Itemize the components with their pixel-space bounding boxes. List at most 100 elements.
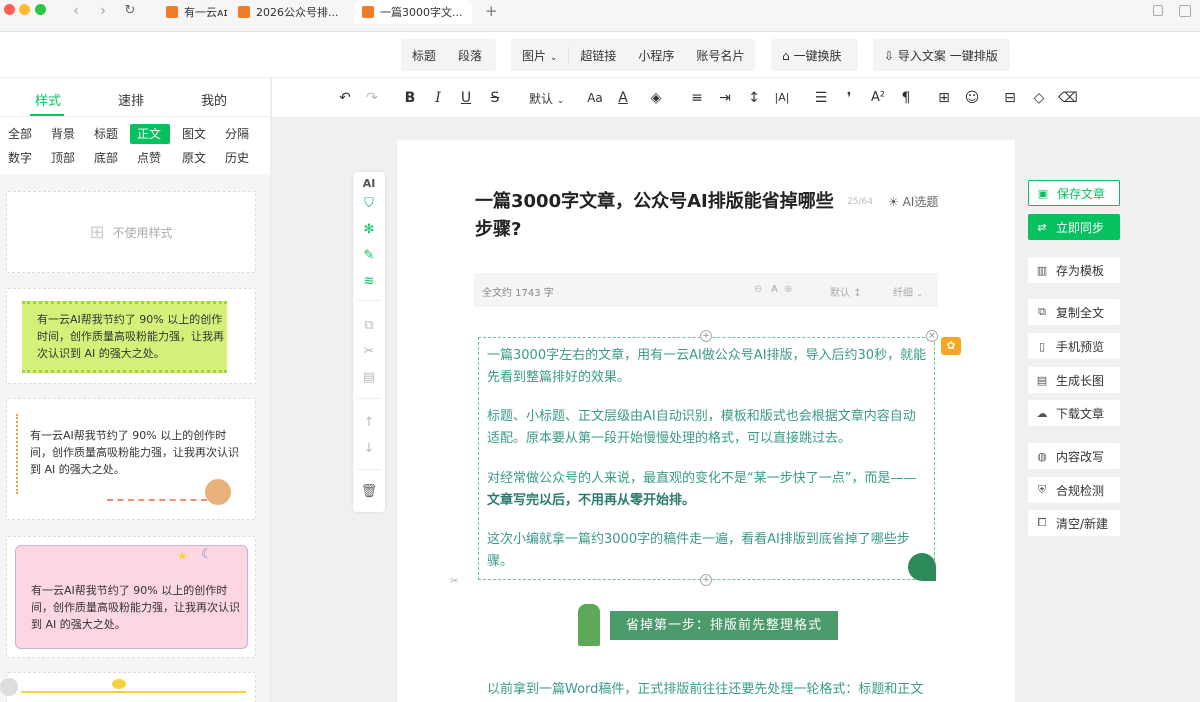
- close-window-icon[interactable]: [4, 4, 15, 15]
- chip-heading[interactable]: 标题: [87, 124, 125, 144]
- move-down-icon[interactable]: ↓: [353, 441, 385, 456]
- paragraph-5[interactable]: 以前拿到一篇Word稿件，正式排版前往往还要先处理一轮格式：标题和正文: [487, 679, 927, 701]
- align-icon[interactable]: ≡: [687, 88, 707, 108]
- undo-icon[interactable]: ↶: [335, 88, 355, 108]
- add-above-icon[interactable]: +: [700, 330, 712, 342]
- letter-spacing-icon[interactable]: |A|: [772, 88, 792, 108]
- image-button[interactable]: 图片 ⌄: [511, 47, 568, 64]
- italic-icon[interactable]: I: [428, 88, 448, 108]
- chip-number[interactable]: 数字: [1, 148, 39, 168]
- increase-font-icon[interactable]: ⊕: [784, 284, 792, 295]
- paragraph-mark-icon[interactable]: ¶: [896, 88, 916, 108]
- mini-program-button[interactable]: 小程序: [627, 47, 685, 64]
- list-icon[interactable]: ☰: [811, 88, 831, 108]
- back-icon[interactable]: ‹: [67, 3, 85, 19]
- font-size-select[interactable]: 默认 ⌄: [529, 90, 564, 107]
- wave-icon[interactable]: ≋: [353, 274, 385, 289]
- weight-select[interactable]: 纤细 ⌄: [893, 284, 923, 299]
- spacing-select[interactable]: 默认 ↕: [830, 284, 862, 299]
- ai-topic-button[interactable]: ☀ AI选题: [888, 193, 938, 210]
- account-card-button[interactable]: 账号名片: [685, 47, 755, 64]
- import-button[interactable]: ⇩ 导入文案 一键排版: [873, 39, 1010, 71]
- browser-tab-1[interactable]: 有一云ᴀɪ: [158, 0, 236, 24]
- paragraph-2[interactable]: 标题、小标题、正文层级由AI自动识别，模板和版式也会根据文章内容自动适配。原本要…: [487, 406, 927, 450]
- underline-icon[interactable]: U: [456, 88, 476, 108]
- download-button[interactable]: ☁ 下载文章: [1028, 400, 1120, 426]
- style-card-pink[interactable]: ★ ☾ 有一云AI帮我节约了 90% 以上的创作时间，创作质量高吸粉能力强，让我…: [6, 536, 256, 658]
- clear-new-button[interactable]: ⧠ 清空/新建: [1028, 510, 1120, 536]
- tab-styles[interactable]: 样式: [35, 90, 61, 109]
- highlight-icon[interactable]: ◈: [646, 88, 666, 108]
- chip-divider[interactable]: 分隔: [218, 124, 256, 144]
- style-card-green[interactable]: 有一云AI帮我节约了 90% 以上的创作时间，创作质量高吸粉能力强，让我再次认识…: [6, 288, 256, 384]
- delete-icon[interactable]: 🗑: [353, 484, 385, 499]
- decrease-font-icon[interactable]: ⊖: [754, 284, 762, 295]
- move-up-icon[interactable]: ↑: [353, 415, 385, 430]
- chip-bottom[interactable]: 底部: [87, 148, 125, 168]
- chip-like[interactable]: 点赞: [130, 148, 170, 168]
- sync-button[interactable]: ⇄ 立即同步: [1028, 214, 1120, 240]
- paste-icon[interactable]: ▤: [353, 370, 385, 385]
- brush-icon[interactable]: ✎: [353, 248, 385, 263]
- style-card-bear[interactable]: 有一云AI帮我节约了 90% 以上的创作时间，创作质量高吸粉能力强，让我再次认识…: [6, 398, 256, 520]
- copy-all-button[interactable]: ⧉ 复制全文: [1028, 299, 1120, 325]
- ai-button[interactable]: AI: [353, 177, 385, 190]
- superscript-icon[interactable]: A²: [868, 88, 888, 108]
- browser-tab-3[interactable]: 一篇3000字文...: [354, 0, 472, 24]
- sparkle-icon[interactable]: ✻: [353, 222, 385, 237]
- section-heading[interactable]: 省掉第一步：排版前先整理格式: [610, 611, 838, 640]
- compliance-button[interactable]: ⛨ 合规检测: [1028, 477, 1120, 503]
- strikethrough-icon[interactable]: S: [485, 88, 505, 108]
- reload-icon[interactable]: ↻: [121, 3, 139, 18]
- no-style-card[interactable]: ⊞ 不使用样式: [6, 191, 256, 273]
- paragraph-button[interactable]: 段落: [447, 47, 493, 64]
- chip-top[interactable]: 顶部: [44, 148, 82, 168]
- font-style-icon[interactable]: Aa: [585, 88, 605, 108]
- save-article-button[interactable]: ▣ 保存文章: [1028, 180, 1120, 206]
- sidebar-toggle-icon[interactable]: [1179, 5, 1191, 17]
- rewrite-button[interactable]: ◍ 内容改写: [1028, 443, 1120, 469]
- format-brush-icon[interactable]: ◇: [1029, 88, 1049, 108]
- save-template-button[interactable]: ▥ 存为模板: [1028, 257, 1120, 283]
- close-block-icon[interactable]: ×: [926, 330, 938, 342]
- cut-icon[interactable]: ✂: [353, 344, 385, 359]
- paragraph-3[interactable]: 对经常做公众号的人来说，最直观的变化不是“某一步快了一点”，而是—— 文章写完以后…: [487, 468, 927, 512]
- chip-background[interactable]: 背景: [44, 124, 82, 144]
- indent-icon[interactable]: ⇥: [715, 88, 735, 108]
- eraser-icon[interactable]: ⌫: [1058, 88, 1078, 108]
- redo-icon[interactable]: ↷: [362, 88, 382, 108]
- palette-icon[interactable]: ✿: [941, 337, 961, 355]
- table-icon[interactable]: ⊞: [934, 88, 954, 108]
- paragraph-1[interactable]: 一篇3000字左右的文章，用有一云AI做公众号AI排版，导入后约30秒，就能先看…: [487, 345, 927, 389]
- assistant-icon[interactable]: [0, 678, 18, 696]
- long-image-button[interactable]: ▤ 生成长图: [1028, 367, 1120, 393]
- shirt-icon[interactable]: ⛉: [353, 196, 385, 211]
- chip-all[interactable]: 全部: [1, 124, 39, 144]
- browser-tab-2[interactable]: 2026公众号排...: [230, 0, 346, 24]
- emoji-icon[interactable]: ☺: [962, 88, 982, 108]
- add-below-icon[interactable]: +: [700, 574, 712, 586]
- skin-button[interactable]: ⌂ 一键换肤: [771, 39, 858, 71]
- tab-mine[interactable]: 我的: [201, 90, 227, 109]
- phone-preview-button[interactable]: ▯ 手机预览: [1028, 333, 1120, 359]
- minimize-window-icon[interactable]: [19, 4, 30, 15]
- link-button[interactable]: 超链接: [568, 46, 627, 64]
- font-color-icon[interactable]: A: [613, 88, 633, 108]
- heading-button[interactable]: 标题: [401, 47, 447, 64]
- bold-icon[interactable]: B: [400, 88, 420, 108]
- copy-icon[interactable]: ⧉: [353, 318, 385, 333]
- maximize-window-icon[interactable]: [35, 4, 46, 15]
- paragraph-4[interactable]: 这次小编就拿一篇约3000字的稿件走一遍，看看AI排版到底省掉了哪些步骤。: [487, 529, 927, 573]
- scissors-icon[interactable]: ✂: [450, 576, 458, 587]
- spacing-icon[interactable]: ⊟: [1000, 88, 1020, 108]
- quote-icon[interactable]: ❜: [839, 88, 859, 108]
- style-card-yellow[interactable]: [6, 672, 256, 702]
- chip-original[interactable]: 原文: [175, 148, 213, 168]
- forward-icon[interactable]: ›: [94, 3, 112, 19]
- new-tab-button[interactable]: +: [485, 2, 498, 20]
- line-height-icon[interactable]: ↕: [744, 88, 764, 108]
- chip-image-text[interactable]: 图文: [175, 124, 213, 144]
- article-title[interactable]: 一篇3000字文章，公众号AI排版能省掉哪些步骤?: [475, 188, 847, 244]
- chip-history[interactable]: 历史: [218, 148, 256, 168]
- chip-body[interactable]: 正文: [130, 124, 170, 144]
